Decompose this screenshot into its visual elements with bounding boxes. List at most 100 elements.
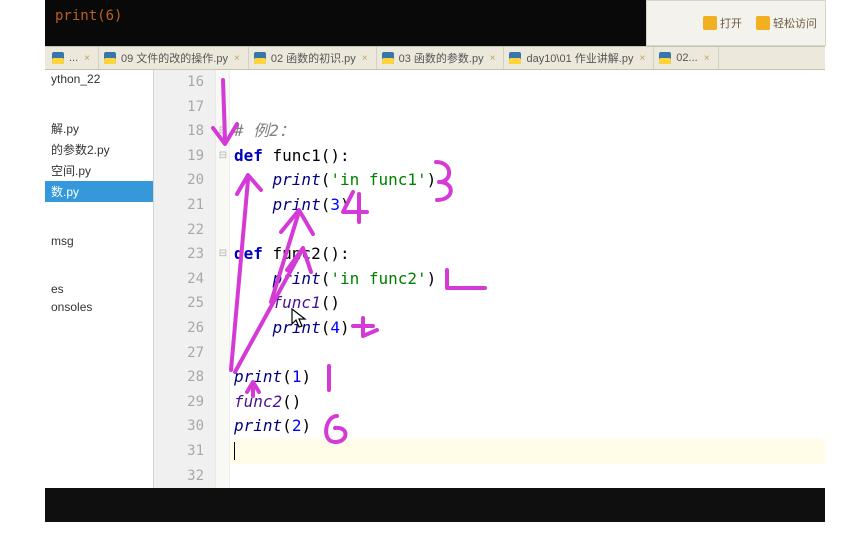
code-line[interactable]: func2(): [230, 390, 301, 415]
fold-toggle: [216, 390, 230, 415]
quick-access-item[interactable]: 打开: [703, 15, 742, 31]
tab-close-icon[interactable]: ×: [84, 53, 90, 64]
fold-toggle: [216, 267, 230, 292]
line-number: 31: [154, 439, 216, 464]
editor-tab[interactable]: 02 函数的初识.py ×: [249, 47, 377, 69]
code-line[interactable]: # 例2：: [230, 119, 295, 144]
tab-close-icon[interactable]: ×: [704, 53, 710, 64]
line-number: 16: [154, 70, 216, 95]
tab-close-icon[interactable]: ×: [234, 53, 240, 64]
tab-label: 09 文件的改的操作.py: [121, 50, 228, 66]
code-line[interactable]: [230, 439, 234, 464]
code-line[interactable]: print(3): [230, 193, 350, 218]
editor-tab[interactable]: day10\01 作业讲解.py ×: [504, 47, 654, 69]
fold-toggle[interactable]: ⊟: [216, 242, 230, 267]
fold-toggle: [216, 414, 230, 439]
tab-close-icon[interactable]: ×: [362, 53, 368, 64]
fold-toggle: [216, 316, 230, 341]
code-line[interactable]: print('in func1'): [230, 168, 436, 193]
tab-label: 02...: [676, 52, 697, 64]
editor-tab[interactable]: 09 文件的改的操作.py ×: [99, 47, 249, 69]
fold-toggle: [216, 168, 230, 193]
python-file-icon: [658, 51, 672, 65]
project-sidebar[interactable]: ython_22 解.py的参数2.py空间.py数.py msg esonso…: [45, 70, 153, 488]
sidebar-item[interactable]: es: [45, 280, 153, 298]
current-line-highlight: [230, 439, 825, 464]
fold-toggle: [216, 193, 230, 218]
root: print(6) 打开 轻松访问 ... × 09 文件的改的操作.py × 02 …: [0, 0, 866, 546]
code-line[interactable]: func1(): [230, 291, 340, 316]
quick-access-label: 轻松访问: [773, 15, 817, 31]
fold-toggle: [216, 341, 230, 366]
tab-label: 02 函数的初识.py: [271, 50, 356, 66]
python-file-icon: [103, 51, 117, 65]
line-number: 22: [154, 218, 216, 243]
line-gutter: 1617181920212223242526272829303132: [154, 70, 216, 488]
code-line[interactable]: [230, 341, 234, 366]
code-line[interactable]: print(4): [230, 316, 350, 341]
tab-close-icon[interactable]: ×: [639, 53, 645, 64]
sidebar-item[interactable]: 的参数2.py: [45, 139, 153, 160]
code-area[interactable]: # 例2：def func1(): print('in func1') prin…: [230, 70, 825, 488]
sidebar-item[interactable]: 解.py: [45, 118, 153, 139]
line-number: 21: [154, 193, 216, 218]
line-number: 26: [154, 316, 216, 341]
line-number: 29: [154, 390, 216, 415]
python-file-icon: [508, 51, 522, 65]
python-file-icon: [253, 51, 267, 65]
line-number: 23: [154, 242, 216, 267]
code-line[interactable]: [230, 70, 234, 95]
text-caret: [234, 442, 235, 460]
mouse-cursor-icon: [291, 308, 309, 333]
sidebar-item[interactable]: onsoles: [45, 298, 153, 316]
tab-close-icon[interactable]: ×: [490, 53, 496, 64]
line-number: 20: [154, 168, 216, 193]
code-editor[interactable]: 1617181920212223242526272829303132 ⊟⊟⊟ #…: [153, 70, 825, 488]
line-number: 30: [154, 414, 216, 439]
code-line[interactable]: def func1():: [230, 144, 350, 169]
fold-toggle: [216, 365, 230, 390]
python-file-icon: [51, 51, 65, 65]
sidebar-item[interactable]: ython_22: [45, 70, 153, 88]
line-number: 27: [154, 341, 216, 366]
sidebar-item[interactable]: 空间.py: [45, 160, 153, 181]
overlay-text: print(6): [45, 0, 132, 32]
tab-label: ...: [69, 52, 78, 64]
fold-toggle: [216, 95, 230, 120]
editor-tabs: ... × 09 文件的改的操作.py × 02 函数的初识.py × 03 函数的参…: [45, 46, 825, 70]
code-line[interactable]: def func2():: [230, 242, 350, 267]
fold-toggle: [216, 464, 230, 489]
code-line[interactable]: print(1): [230, 365, 311, 390]
line-number: 18: [154, 119, 216, 144]
fold-toggle[interactable]: ⊟: [216, 119, 230, 144]
quick-access-panel: 打开 轻松访问: [646, 0, 826, 46]
python-file-icon: [381, 51, 395, 65]
line-number: 28: [154, 365, 216, 390]
fold-toggle: [216, 218, 230, 243]
line-number: 17: [154, 95, 216, 120]
fold-toggle[interactable]: ⊟: [216, 144, 230, 169]
fold-column: ⊟⊟⊟: [216, 70, 230, 488]
code-line[interactable]: [230, 95, 234, 120]
quick-access-label: 打开: [720, 15, 742, 31]
sidebar-item[interactable]: msg: [45, 232, 153, 250]
fold-toggle: [216, 291, 230, 316]
fold-toggle: [216, 439, 230, 464]
ease-access-icon: [756, 16, 770, 30]
editor-tab[interactable]: 03 函数的参数.py×: [377, 47, 505, 69]
editor-tab[interactable]: 02... ×: [654, 47, 718, 69]
line-number: 24: [154, 267, 216, 292]
quick-access-item[interactable]: 轻松访问: [756, 15, 817, 31]
code-line[interactable]: print(2): [230, 414, 311, 439]
editor-tab[interactable]: ... ×: [47, 47, 99, 69]
line-number: 32: [154, 464, 216, 489]
code-line[interactable]: print('in func2'): [230, 267, 436, 292]
code-line[interactable]: [230, 464, 234, 488]
line-number: 25: [154, 291, 216, 316]
code-line[interactable]: [230, 218, 234, 243]
line-number: 19: [154, 144, 216, 169]
sidebar-item[interactable]: 数.py: [45, 181, 153, 202]
tab-label: day10\01 作业讲解.py: [526, 50, 633, 66]
fold-toggle: [216, 70, 230, 95]
bottom-bar: [45, 488, 825, 522]
